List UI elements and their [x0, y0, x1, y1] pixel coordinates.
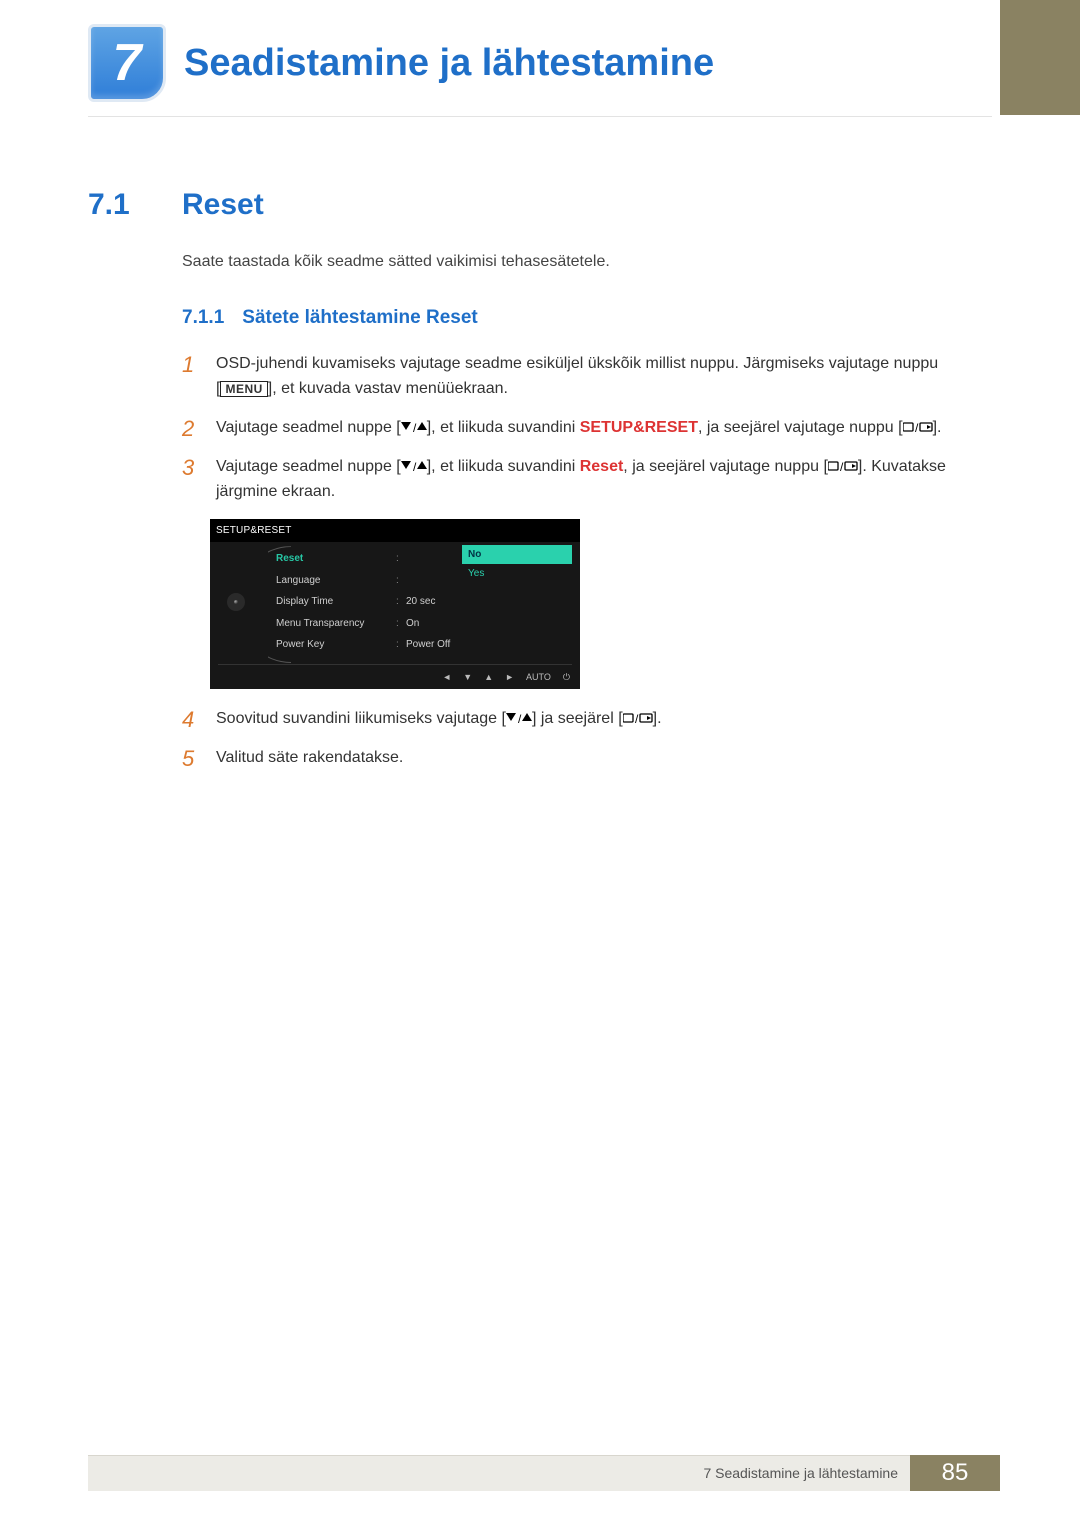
- step-number: 4: [182, 707, 202, 732]
- auto-label: AUTO: [526, 671, 551, 685]
- osd-screenshot: SETUP&RESET Reset: Language: Display Tim…: [210, 519, 992, 689]
- power-icon: ⏻: [563, 671, 570, 685]
- step-number: 3: [182, 455, 202, 505]
- step-item: 1 OSD-juhendi kuvamiseks vajutage seadme…: [182, 352, 992, 402]
- setup-reset-keyword: SETUP&RESET: [580, 419, 698, 436]
- osd-title: SETUP&RESET: [210, 519, 580, 543]
- step-number: 2: [182, 416, 202, 441]
- nav-up-icon: ▲: [484, 671, 493, 685]
- nav-right-icon: ►: [505, 671, 514, 685]
- osd-value-popup: No Yes: [462, 545, 572, 584]
- osd-footer-icons: ◄ ▼ ▲ ► AUTO ⏻: [218, 664, 572, 685]
- step-item: 3 Vajutage seadmel nuppe [/], et liikuda…: [182, 455, 992, 505]
- subsection-number: 7.1.1: [182, 303, 224, 332]
- footer-chapter-ref: 7 Seadistamine ja lähtestamine: [703, 1465, 898, 1481]
- step-text: OSD-juhendi kuvamiseks vajutage seadme e…: [216, 352, 992, 402]
- source-enter-icon: /: [828, 461, 858, 473]
- step-list: 1 OSD-juhendi kuvamiseks vajutage seadme…: [182, 352, 992, 504]
- chapter-title: Seadistamine ja lähtestamine: [184, 42, 714, 85]
- nav-down-icon: ▼: [463, 671, 472, 685]
- osd-row: Menu Transparency:On: [276, 613, 572, 635]
- chapter-header: 7 Seadistamine ja lähtestamine: [88, 24, 714, 102]
- svg-text:/: /: [518, 713, 522, 725]
- footer-bar: 7 Seadistamine ja lähtestamine: [88, 1455, 910, 1491]
- step-text: Vajutage seadmel nuppe [/], et liikuda s…: [216, 455, 992, 505]
- nav-left-icon: ◄: [442, 671, 451, 685]
- subsection-heading: 7.1.1 Sätete lähtestamine Reset: [182, 303, 992, 332]
- step-item: 5 Valitud säte rakendatakse.: [182, 746, 992, 771]
- chapter-number-badge: 7: [88, 24, 166, 102]
- page-number: 85: [910, 1455, 1000, 1491]
- reset-keyword: Reset: [580, 458, 624, 475]
- step-text: Soovitud suvandini liikumiseks vajutage …: [216, 707, 662, 732]
- page-footer: 7 Seadistamine ja lähtestamine 85: [88, 1455, 1080, 1491]
- down-up-arrows-icon: /: [506, 713, 532, 725]
- step-number: 1: [182, 352, 202, 402]
- svg-text:/: /: [915, 422, 919, 434]
- down-up-arrows-icon: /: [401, 422, 427, 434]
- jog-wheel-icon: [218, 548, 254, 656]
- header-divider: [88, 116, 992, 117]
- section-heading: 7.1 Reset: [88, 188, 992, 222]
- down-up-arrows-icon: /: [401, 461, 427, 473]
- osd-option-yes: Yes: [462, 564, 572, 584]
- source-enter-icon: /: [903, 422, 933, 434]
- step-item: 4 Soovitud suvandini liikumiseks vajutag…: [182, 707, 992, 732]
- section-number: 7.1: [88, 188, 148, 222]
- edge-accent-strip: [1000, 0, 1080, 115]
- section-title: Reset: [182, 188, 264, 222]
- step-text: Vajutage seadmel nuppe [/], et liikuda s…: [216, 416, 941, 441]
- subsection-title: Sätete lähtestamine Reset: [242, 303, 478, 332]
- step-text: Valitud säte rakendatakse.: [216, 746, 403, 771]
- osd-option-no: No: [462, 545, 572, 565]
- step-number: 5: [182, 746, 202, 771]
- step-list-continued: 4 Soovitud suvandini liikumiseks vajutag…: [182, 707, 992, 772]
- svg-text:/: /: [840, 461, 844, 473]
- menu-key-icon: MENU: [220, 381, 267, 397]
- osd-arc-divider: [254, 548, 276, 656]
- source-enter-icon: /: [623, 713, 653, 725]
- svg-text:/: /: [635, 713, 639, 725]
- osd-row: Display Time:20 sec: [276, 591, 572, 613]
- section-intro: Saate taastada kõik seadme sätted vaikim…: [182, 250, 992, 275]
- svg-text:/: /: [413, 461, 417, 473]
- svg-text:/: /: [413, 422, 417, 434]
- step-item: 2 Vajutage seadmel nuppe [/], et liikuda…: [182, 416, 992, 441]
- osd-row: Power Key:Power Off: [276, 634, 572, 656]
